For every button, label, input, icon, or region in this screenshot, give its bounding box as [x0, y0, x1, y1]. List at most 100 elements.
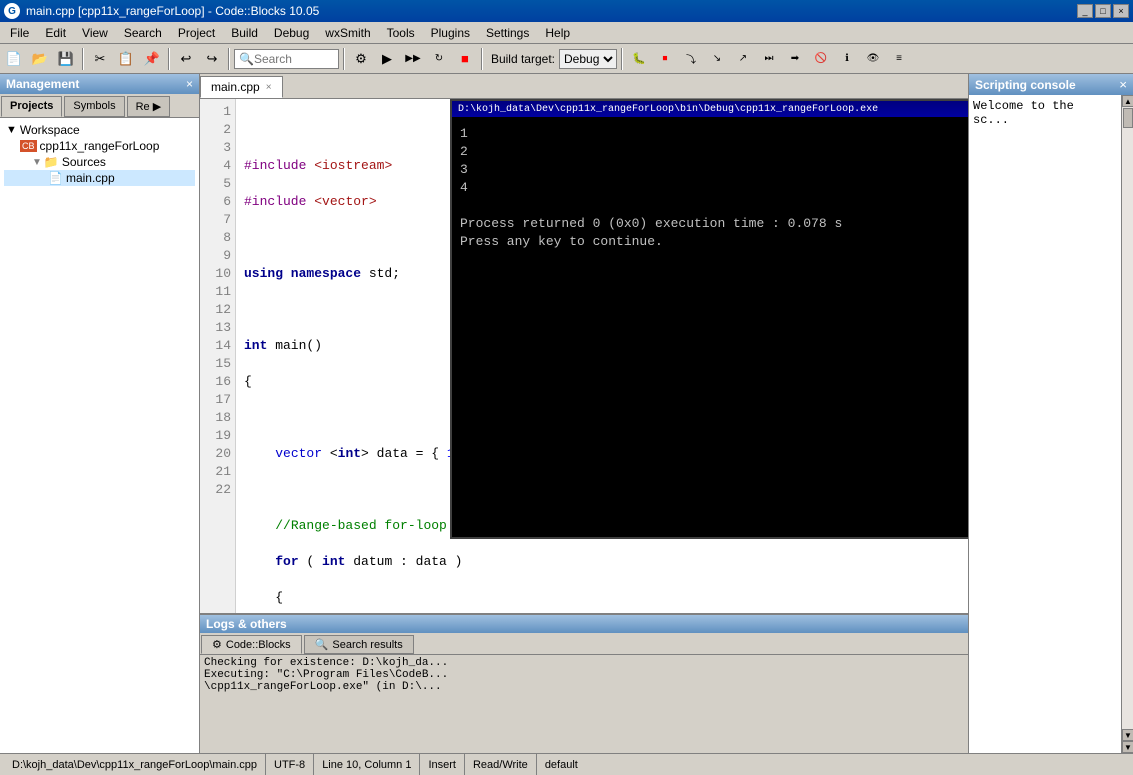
scripting-welcome: Welcome to the sc...	[973, 99, 1074, 127]
toolbar-save[interactable]: 💾	[54, 47, 78, 71]
left-tabs: Projects Symbols Re ▶	[0, 94, 199, 118]
menu-edit[interactable]: Edit	[37, 22, 74, 43]
tree-sources-folder[interactable]: ▼ 📁 Sources	[4, 154, 195, 170]
maximize-button[interactable]: □	[1095, 4, 1111, 18]
console-line-blank	[460, 197, 968, 215]
menu-view[interactable]: View	[74, 22, 116, 43]
log-line-2: Executing: "C:\Program Files\CodeB...	[204, 669, 964, 681]
toolbar-debug-stop2[interactable]: 🚫	[809, 47, 833, 71]
toolbar-paste[interactable]: 📌	[140, 47, 164, 71]
management-header: Management ×	[0, 74, 199, 94]
left-panel: Management × Projects Symbols Re ▶ ▼ Wor…	[0, 74, 200, 753]
project-icon: CB	[20, 140, 37, 152]
menu-tools[interactable]: Tools	[379, 22, 423, 43]
logs-tab-search[interactable]: 🔍 Search results	[304, 635, 414, 654]
toolbar-build-compile[interactable]: ⚙	[349, 47, 373, 71]
tree-workspace[interactable]: ▼ Workspace	[4, 122, 195, 138]
toolbar-build-run[interactable]: ▶▶	[401, 47, 425, 71]
toolbar-cut[interactable]: ✂	[88, 47, 112, 71]
search-input[interactable]	[254, 52, 334, 66]
toolbar-step-out[interactable]: ↗	[731, 47, 755, 71]
toolbar-step-next[interactable]: ⤵	[679, 47, 703, 71]
menu-build[interactable]: Build	[223, 22, 266, 43]
toolbar-more[interactable]: ≡	[887, 47, 911, 71]
toolbar-sep4	[343, 48, 345, 70]
menu-help[interactable]: Help	[537, 22, 578, 43]
logs-tab-search-label: Search results	[332, 639, 402, 651]
access-text: Read/Write	[473, 759, 528, 771]
log-line-3: \cpp11x_rangeForLoop.exe" (in D:\...	[204, 681, 964, 693]
editor-tabs: main.cpp ×	[200, 74, 968, 99]
tab-projects[interactable]: Projects	[1, 96, 62, 117]
toolbar-debug-run-to[interactable]: ➡	[783, 47, 807, 71]
menu-settings[interactable]: Settings	[478, 22, 537, 43]
menu-file[interactable]: File	[2, 22, 37, 43]
toolbar-rebuild[interactable]: ↻	[427, 47, 451, 71]
scripting-sb-down-2[interactable]: ▼	[1122, 741, 1133, 753]
workspace-icon: ▼	[6, 124, 17, 136]
title-bar: G main.cpp [cpp11x_rangeForLoop] - Code:…	[0, 0, 1133, 22]
build-target-select[interactable]: Debug	[559, 49, 617, 69]
default-text: default	[545, 759, 578, 771]
folder-expand-icon: ▼	[32, 157, 42, 168]
menu-wxsmith[interactable]: wxSmith	[317, 22, 378, 43]
console-line-4: 4	[460, 179, 968, 197]
filepath-text: D:\kojh_data\Dev\cpp11x_rangeForLoop\mai…	[12, 759, 257, 771]
console-line-3: 3	[460, 161, 968, 179]
logs-tab-codeblocks[interactable]: ⚙ Code::Blocks	[201, 635, 302, 654]
toolbar-run[interactable]: ▶	[375, 47, 399, 71]
toolbar-debug-info[interactable]: ℹ	[835, 47, 859, 71]
file-icon: 📄	[48, 171, 63, 185]
management-title: Management	[6, 77, 79, 91]
menu-search[interactable]: Search	[116, 22, 170, 43]
scripting-console-close[interactable]: ×	[1119, 77, 1127, 92]
scripting-sb-up[interactable]: ▲	[1122, 95, 1133, 107]
console-line-1: 1	[460, 125, 968, 143]
scripting-content[interactable]: Welcome to the sc...	[969, 95, 1121, 753]
editor-tab-main-cpp[interactable]: main.cpp ×	[200, 76, 283, 98]
sources-label: Sources	[62, 155, 106, 169]
search-box[interactable]: 🔍	[234, 49, 339, 69]
logs-tab-codeblocks-icon: ⚙	[212, 638, 222, 651]
status-encoding: UTF-8	[266, 754, 314, 775]
log-line-1: Checking for existence: D:\kojh_da...	[204, 657, 964, 669]
tree-main-cpp[interactable]: 📄 main.cpp	[4, 170, 195, 186]
menu-plugins[interactable]: Plugins	[423, 22, 478, 43]
toolbar-debug-start[interactable]: 🐛	[627, 47, 651, 71]
toolbar-step-into[interactable]: ↘	[705, 47, 729, 71]
toolbar-redo[interactable]: ↪	[200, 47, 224, 71]
tree-project[interactable]: CB cpp11x_rangeForLoop	[4, 138, 195, 154]
menu-debug[interactable]: Debug	[266, 22, 317, 43]
status-position: Line 10, Column 1	[314, 754, 420, 775]
scripting-console-title: Scripting console	[975, 78, 1076, 92]
menu-project[interactable]: Project	[170, 22, 223, 43]
project-tree: ▼ Workspace CB cpp11x_rangeForLoop ▼ 📁 S…	[0, 118, 199, 753]
toolbar-copy[interactable]: 📋	[114, 47, 138, 71]
console-title: D:\kojh_data\Dev\cpp11x_rangeForLoop\bin…	[458, 104, 878, 115]
toolbar-debug-next2[interactable]: ⏭	[757, 47, 781, 71]
toolbar-stop[interactable]: ■	[453, 47, 477, 71]
toolbar-watches[interactable]: 👁	[861, 47, 885, 71]
console-titlebar: D:\kojh_data\Dev\cpp11x_rangeForLoop\bin…	[452, 101, 968, 117]
toolbar-new[interactable]: 📄	[2, 47, 26, 71]
editor-tab-label: main.cpp	[211, 80, 260, 94]
search-icon: 🔍	[239, 52, 254, 66]
tab-symbols[interactable]: Symbols	[64, 96, 124, 117]
scripting-console-panel: Scripting console × Welcome to the sc...…	[968, 74, 1133, 753]
tab-resources[interactable]: Re ▶	[127, 96, 171, 117]
window-controls[interactable]: _ □ ×	[1077, 4, 1129, 18]
build-target-label: Build target:	[491, 52, 555, 66]
toolbar-undo[interactable]: ↩	[174, 47, 198, 71]
minimize-button[interactable]: _	[1077, 4, 1093, 18]
close-button[interactable]: ×	[1113, 4, 1129, 18]
scripting-sb-down-1[interactable]: ▼	[1122, 729, 1133, 741]
management-close[interactable]: ×	[186, 77, 193, 91]
editor-tab-close[interactable]: ×	[266, 82, 272, 93]
editor-content[interactable]: D:\kojh_data\Dev\cpp11x_rangeForLoop\bin…	[200, 99, 968, 613]
line-numbers: 12345 678910 1112131415 1617181920 2122	[200, 99, 236, 613]
scripting-sb-thumb[interactable]	[1123, 108, 1133, 128]
console-line-2: 2	[460, 143, 968, 161]
toolbar-open[interactable]: 📂	[28, 47, 52, 71]
app-logo: G	[4, 3, 20, 19]
toolbar-debug-stop[interactable]: ⏹	[653, 47, 677, 71]
